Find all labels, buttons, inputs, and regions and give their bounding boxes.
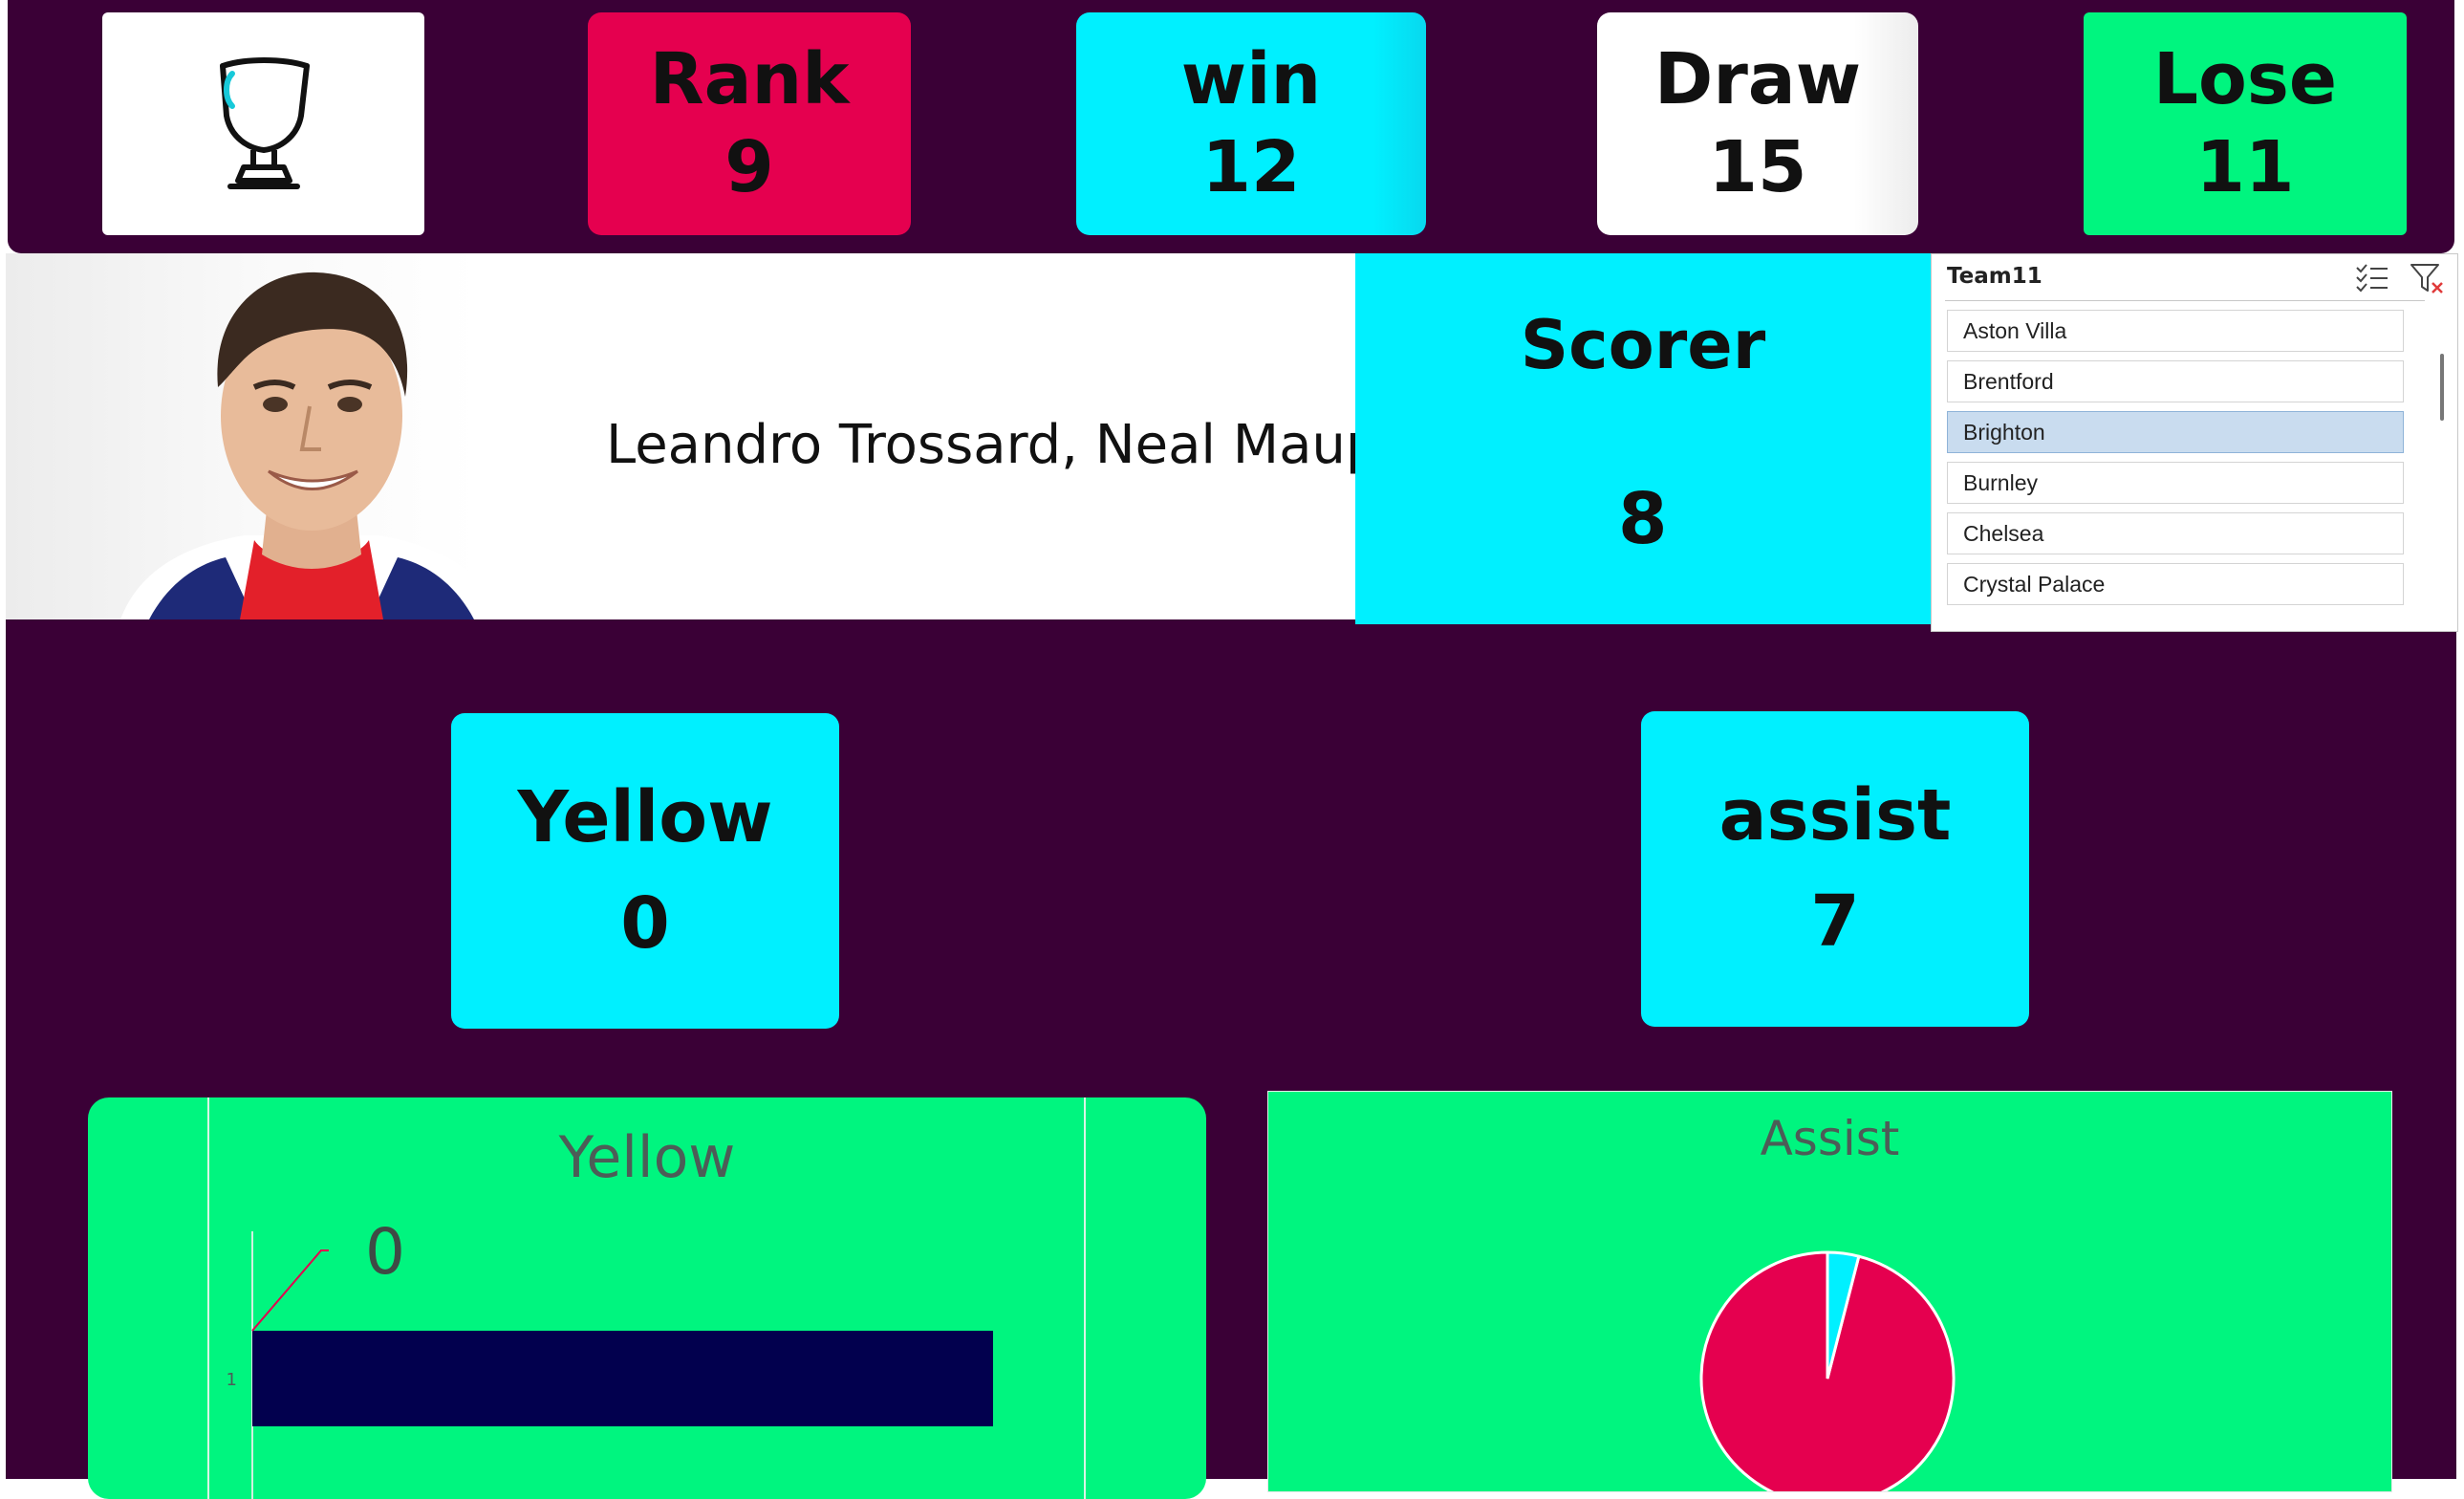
assist-card-value: 7 xyxy=(1810,880,1860,963)
assist-card: assist 7 xyxy=(1641,711,2029,1027)
slicer-item-brighton[interactable]: Brighton xyxy=(1947,411,2404,453)
win-value: 12 xyxy=(1201,125,1301,208)
draw-label: Draw xyxy=(1653,38,1862,121)
rank-card: Rank 9 xyxy=(588,12,911,235)
slicer-item-chelsea[interactable]: Chelsea xyxy=(1947,512,2404,554)
slicer-item-crystal-palace[interactable]: Crystal Palace xyxy=(1947,563,2404,605)
slicer-item-aston-villa[interactable]: Aston Villa xyxy=(1947,310,2404,352)
slicer-divider xyxy=(1945,300,2425,301)
player-band: Leandro Trossard, Neal Maup xyxy=(6,253,1355,619)
yellow-chart: Yellow 10 xyxy=(88,1097,1206,1499)
scorer-value: 8 xyxy=(1618,478,1668,560)
clear-filter-icon[interactable] xyxy=(2410,262,2444,294)
assist-chart-plot xyxy=(1699,1250,1956,1491)
rank-value: 9 xyxy=(724,125,774,208)
lose-label: Lose xyxy=(2152,38,2338,121)
yellow-bar xyxy=(252,1331,993,1426)
player-names: Leandro Trossard, Neal Maup xyxy=(606,414,1355,476)
multi-select-icon[interactable] xyxy=(2355,262,2389,294)
yellow-card-value: 0 xyxy=(620,882,670,965)
lose-card: Lose 11 xyxy=(2084,12,2407,235)
assist-card-label: assist xyxy=(1718,773,1952,857)
yellow-card-label: Yellow xyxy=(517,775,773,858)
trophy-icon xyxy=(219,56,310,189)
assist-chart: Assist xyxy=(1267,1091,2392,1492)
win-label: win xyxy=(1180,38,1322,121)
team-slicer[interactable]: Team11 Aston Villa Brentford Brighton Bu… xyxy=(1931,253,2458,632)
slicer-list: Aston Villa Brentford Brighton Burnley C… xyxy=(1947,310,2404,614)
draw-card: Draw 15 xyxy=(1597,12,1918,235)
scorer-panel: Scorer 8 xyxy=(1355,253,1931,624)
draw-value: 15 xyxy=(1708,125,1807,208)
player-photo xyxy=(120,272,503,619)
yellow-card: Yellow 0 xyxy=(451,713,839,1029)
yellow-data-label: 0 xyxy=(365,1215,405,1289)
yellow-data-label-leader xyxy=(251,1249,329,1332)
scorer-label: Scorer xyxy=(1520,306,1766,384)
slicer-title: Team11 xyxy=(1947,264,2043,289)
slicer-item-brentford[interactable]: Brentford xyxy=(1947,360,2404,402)
slicer-toolbar xyxy=(2355,262,2444,298)
slicer-item-burnley[interactable]: Burnley xyxy=(1947,462,2404,504)
yellow-category-tick: 1 xyxy=(227,1370,237,1390)
win-card: win 12 xyxy=(1076,12,1426,235)
rank-label: Rank xyxy=(649,38,850,121)
trophy-card xyxy=(102,12,424,235)
yellow-chart-plot: 10 xyxy=(207,1097,1086,1499)
slicer-scrollbar[interactable] xyxy=(2440,354,2444,421)
lose-value: 11 xyxy=(2195,125,2295,208)
